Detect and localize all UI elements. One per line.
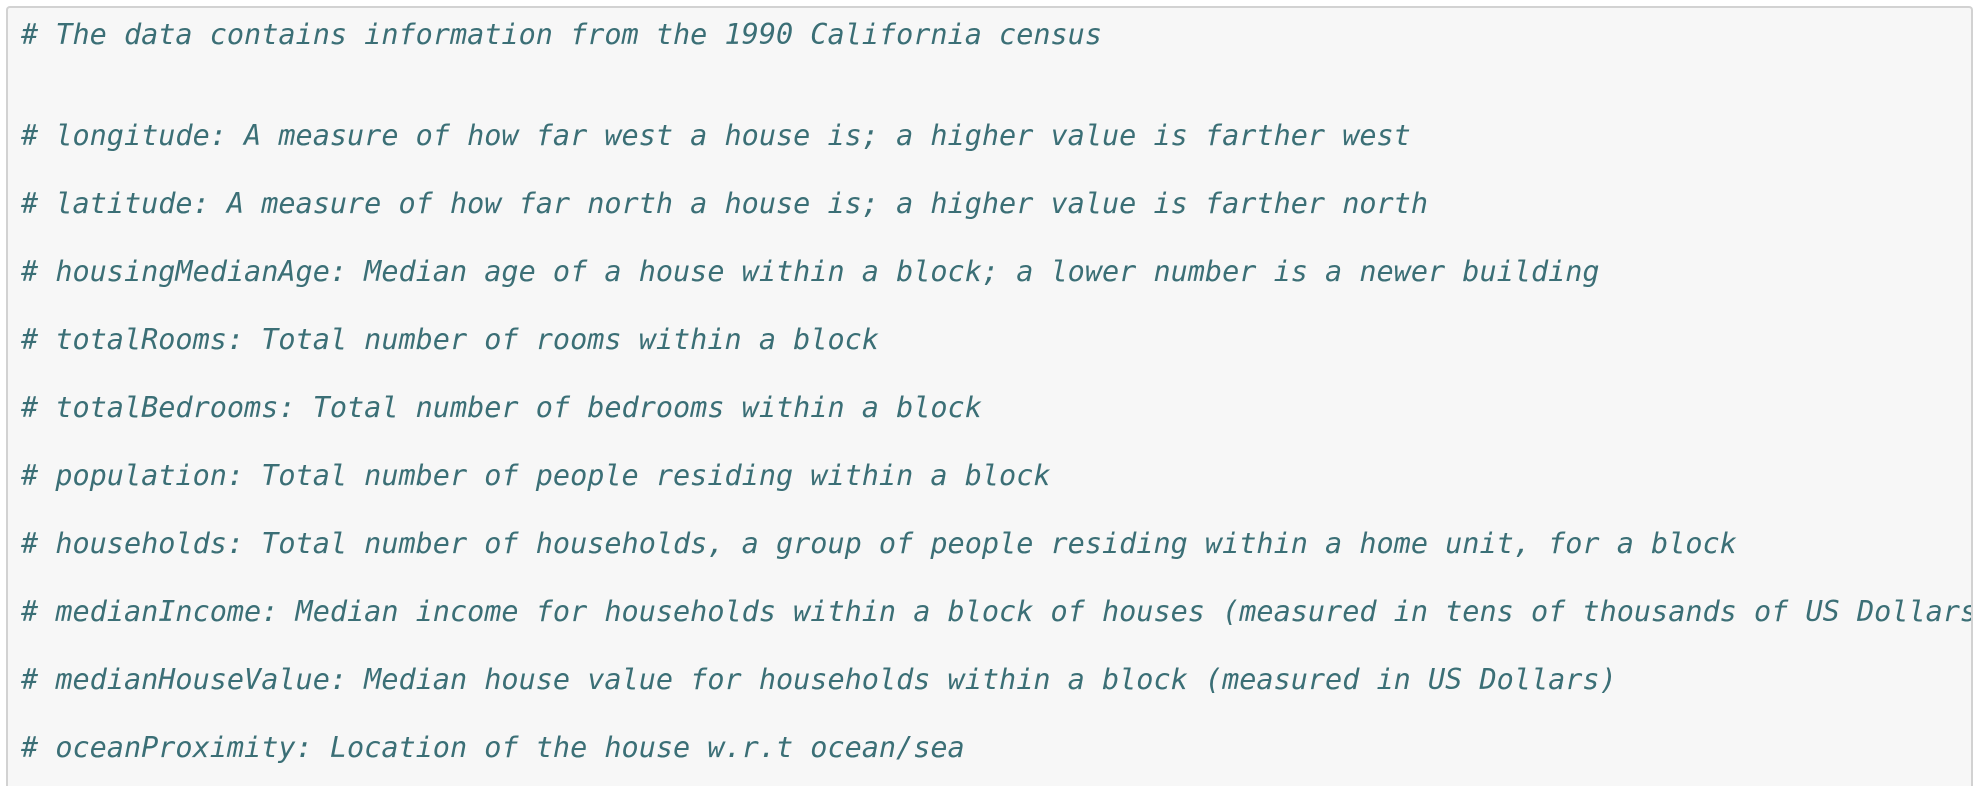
code-comment-ocean-proximity: # oceanProximity: Location of the house … [21,731,965,764]
code-comment-median-income: # medianIncome: Median income for househ… [21,595,1973,628]
code-comment-dataset-description: # The data contains information from the… [21,18,1102,51]
code-comment-total-rooms: # totalRooms: Total number of rooms with… [21,323,879,356]
code-comment-median-house-value: # medianHouseValue: Median house value f… [21,663,1617,696]
code-comment-population: # population: Total number of people res… [21,459,1051,492]
code-comment-total-bedrooms: # totalBedrooms: Total number of bedroom… [21,391,982,424]
code-comment-longitude: # longitude: A measure of how far west a… [21,119,1411,152]
code-block: # The data contains information from the… [6,6,1973,786]
code-comment-housing-median-age: # housingMedianAge: Median age of a hous… [21,255,1600,288]
code-comment-latitude: # latitude: A measure of how far north a… [21,187,1428,220]
code-comment-households: # households: Total number of households… [21,527,1737,560]
